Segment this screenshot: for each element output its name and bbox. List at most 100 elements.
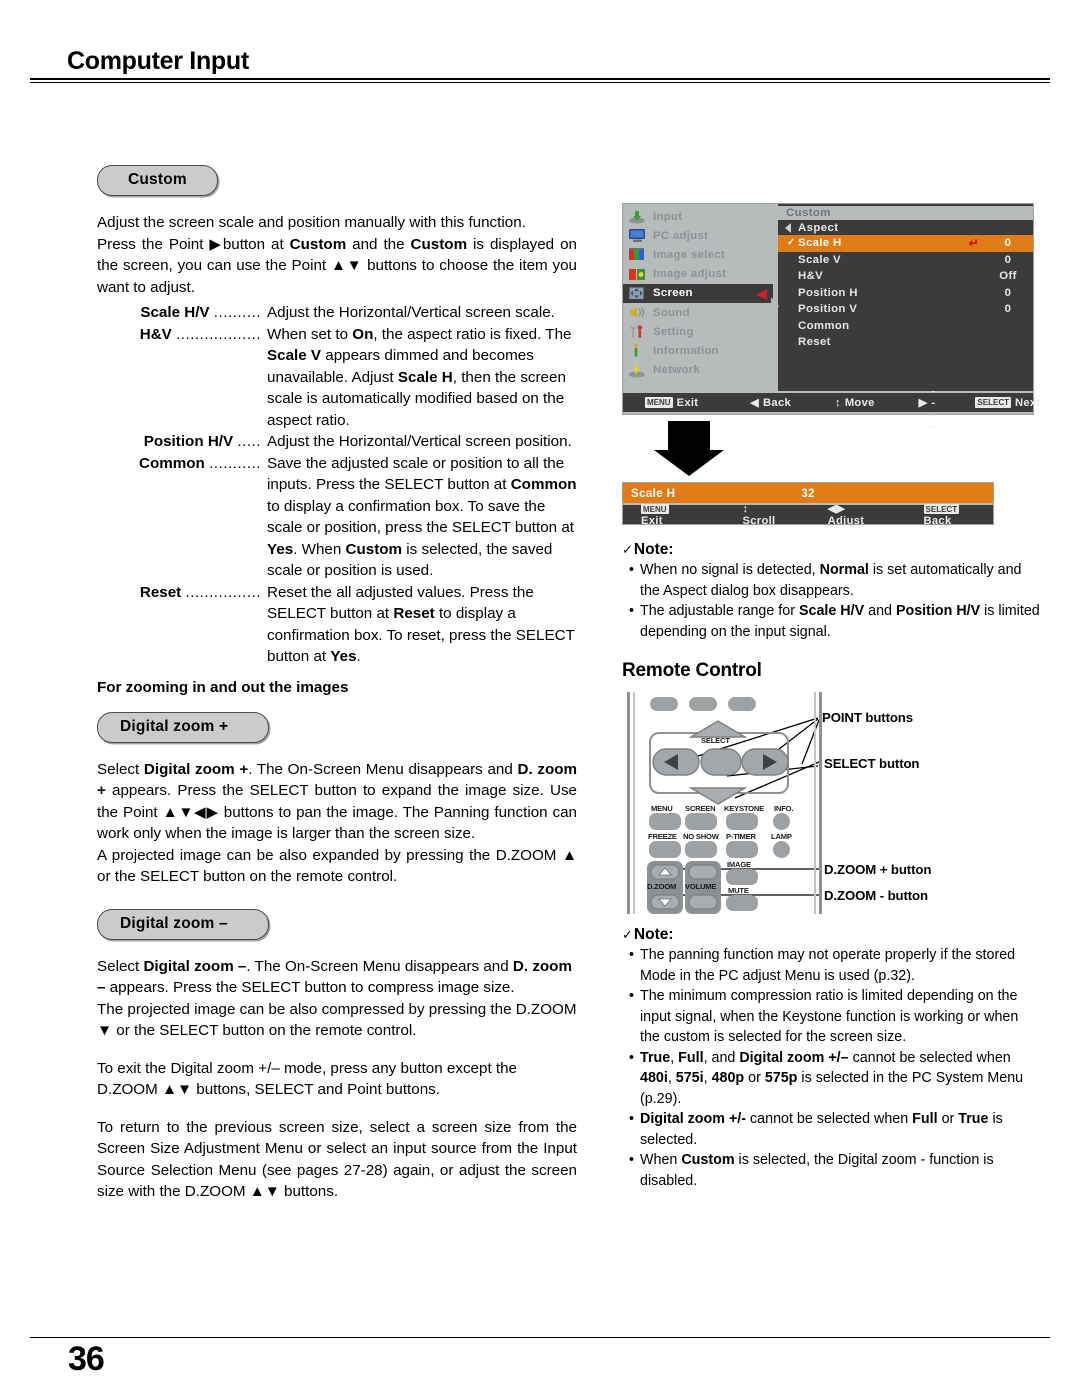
info-button[interactable]	[773, 813, 790, 830]
definition-description: When set to On, the aspect ratio is fixe…	[267, 325, 572, 429]
sidebar-label: Sound	[653, 306, 690, 319]
remote-top-button-2[interactable]	[689, 697, 717, 711]
scale-footer-adjust[interactable]: ◀▶ Adjust	[828, 502, 888, 527]
header-rule-top	[30, 78, 1050, 81]
sidebar-item-setting[interactable]: Setting	[623, 322, 773, 341]
osd-row-position-h[interactable]: Position H 0	[778, 285, 1033, 302]
zooming-subheading: For zooming in and out the images	[97, 678, 349, 696]
check-icon: ✓	[787, 237, 796, 249]
osd-row-scale-v[interactable]: Scale V 0	[778, 252, 1033, 269]
volume-down-button[interactable]	[688, 894, 718, 910]
osd-row-reset[interactable]: Reset	[778, 334, 1033, 351]
custom-definition-list: Scale H/V .......... Adjust the Horizont…	[97, 302, 577, 668]
osd-row-common[interactable]: Common	[778, 318, 1033, 335]
select-keycap: SELECT	[975, 397, 1011, 408]
keystone-button[interactable]	[726, 813, 758, 830]
image-button[interactable]	[726, 869, 758, 885]
digital-zoom-plus-paragraph-1: Select Digital zoom +. The On-Screen Men…	[97, 760, 578, 843]
lamp-button[interactable]	[773, 841, 790, 858]
select-button-label: SELECT button	[824, 756, 920, 771]
select-keycap: SELECT	[923, 504, 960, 515]
right-arrow-icon: ▶	[918, 397, 928, 409]
note-block-top: ✓ Note: • When no signal is detected, Nor…	[622, 541, 1040, 642]
osd-footer-exit[interactable]: MENU Exit	[645, 397, 698, 409]
image-adjust-icon	[628, 267, 647, 282]
osd-footer-back[interactable]: ◀ Back	[750, 396, 791, 410]
digital-zoom-exit-paragraph: To exit the Digital zoom +/– mode, press…	[97, 1059, 517, 1099]
scale-footer-label: Scroll	[742, 514, 776, 527]
dzoom-minus-button[interactable]	[650, 894, 680, 910]
scale-footer-label: Adjust	[827, 515, 865, 527]
info-button-label: INFO.	[774, 804, 794, 813]
sidebar-item-pc-adjust[interactable]: PC adjust	[623, 226, 773, 245]
back-arrow-icon	[785, 223, 791, 233]
remote-top-button-1[interactable]	[650, 697, 678, 711]
mute-button[interactable]	[726, 895, 758, 911]
osd-row-label: Reset	[798, 336, 831, 349]
check-icon: ✓	[622, 927, 633, 942]
check-icon: ✓	[622, 542, 633, 557]
osd-row-scale-h[interactable]: ✓ Scale H ↵ 0	[778, 235, 1033, 252]
freeze-button[interactable]	[649, 841, 681, 858]
mute-label: MUTE	[728, 886, 749, 895]
left-right-arrow-icon: ◀▶	[827, 503, 846, 515]
volume-up-button[interactable]	[688, 864, 718, 880]
scale-h-bar[interactable]: Scale H 32	[623, 483, 993, 503]
custom-intro-paragraph-2: Press the Point ▶button at Custom and th…	[97, 235, 577, 296]
image-select-icon	[628, 247, 647, 262]
sidebar-item-input[interactable]: Input	[623, 207, 773, 226]
point-down-button[interactable]	[689, 786, 747, 806]
remote-top-button-3[interactable]	[728, 697, 756, 711]
note-item: • True, Full, and Digital zoom +/– canno…	[622, 1048, 1040, 1110]
note-item: • Digital zoom +/- cannot be selected wh…	[622, 1109, 1040, 1150]
select-button[interactable]	[700, 748, 742, 776]
osd-footer-label: Move	[844, 396, 875, 409]
left-column: Custom Adjust the screen scale and posit…	[97, 165, 577, 1203]
sidebar-item-image-select[interactable]: Image select	[623, 245, 773, 264]
osd-row-position-v[interactable]: Position V 0	[778, 301, 1033, 318]
osd-row-h-and-v[interactable]: H&V Off	[778, 268, 1033, 285]
osd-row-label: Common	[798, 319, 850, 332]
custom-heading-pill: Custom	[97, 165, 218, 196]
sidebar-item-screen[interactable]: Screen ◀	[623, 283, 773, 303]
speaker-icon	[628, 305, 647, 320]
sidebar-label: Input	[653, 210, 683, 223]
screen-button[interactable]	[685, 813, 717, 830]
input-icon	[628, 209, 647, 224]
osd-sidebar: Input PC adjust Image select Image adjus…	[623, 204, 773, 391]
freeze-button-label: FREEZE	[648, 832, 677, 841]
sidebar-item-image-adjust[interactable]: Image adjust	[623, 265, 773, 284]
page-header: Computer Input	[30, 48, 1050, 84]
osd-footer-move[interactable]: ↕ Move	[835, 397, 875, 409]
scale-footer-scroll[interactable]: ↕ Scroll	[743, 503, 788, 527]
scale-footer-exit[interactable]: MENU Exit	[641, 503, 697, 527]
point-left-button[interactable]	[652, 748, 700, 776]
sidebar-label: Setting	[653, 325, 694, 338]
scale-footer-label: Back	[923, 514, 952, 527]
dzoom-plus-button[interactable]	[650, 864, 680, 880]
scale-footer-back[interactable]: SELECT Back	[923, 503, 993, 527]
digital-zoom-minus-pill: Digital zoom –	[97, 908, 269, 940]
sidebar-item-information[interactable]: Information	[623, 341, 773, 360]
sidebar-label: Network	[653, 364, 701, 377]
osd-row-value: 0	[1004, 237, 1012, 250]
image-button-label: IMAGE	[727, 860, 751, 869]
digital-zoom-minus-paragraph-1: Select Digital zoom –. The On-Screen Men…	[97, 957, 572, 997]
select-button-text: SELECT	[701, 736, 730, 745]
manual-page: Computer Input Custom Adjust the screen …	[0, 0, 1080, 1397]
no-show-button[interactable]	[685, 841, 717, 858]
monitor-icon	[628, 228, 647, 243]
menu-button[interactable]	[649, 813, 681, 830]
point-right-button[interactable]	[741, 748, 789, 776]
osd-row-label: Scale V	[798, 253, 841, 266]
osd-footer-next[interactable]: SELECT Next	[975, 397, 1040, 409]
menu-button-label: MENU	[651, 804, 673, 813]
p-timer-button[interactable]	[726, 841, 758, 858]
digital-zoom-return-paragraph: To return to the previous screen size, s…	[97, 1118, 577, 1201]
bullet-icon: •	[629, 603, 635, 619]
network-icon	[628, 363, 647, 378]
definition-description: Adjust the Horizontal/Vertical screen po…	[267, 433, 572, 450]
custom-intro-paragraph-1: Adjust the screen scale and position man…	[97, 214, 526, 231]
sidebar-item-sound[interactable]: Sound	[623, 303, 773, 322]
sidebar-item-network[interactable]: Network	[623, 361, 773, 380]
